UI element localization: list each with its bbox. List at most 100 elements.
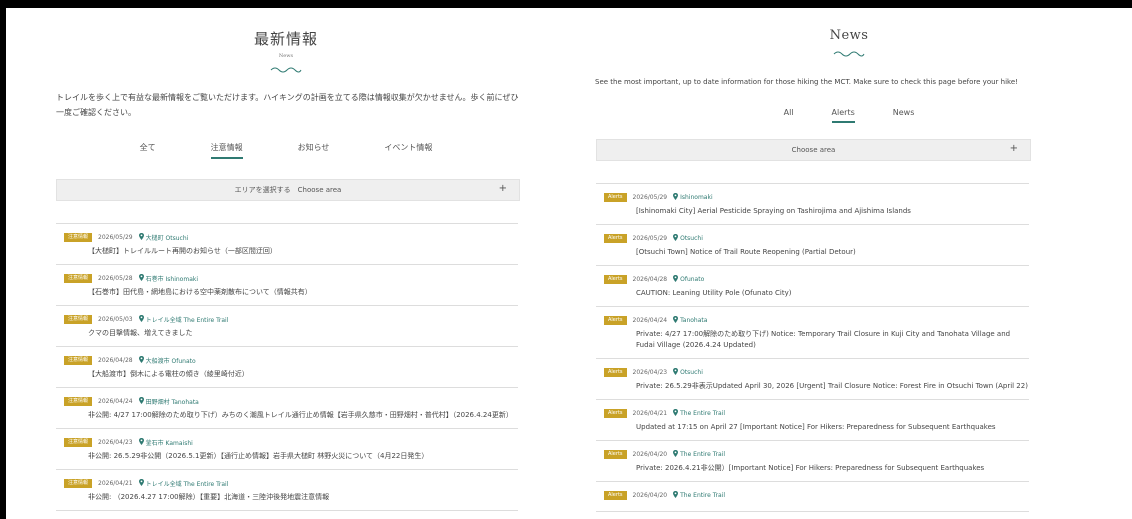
- map-pin-icon: [138, 397, 144, 406]
- item-meta: 注意情報 2026/05/29 大槌町 Otsuchi: [64, 233, 518, 242]
- item-location[interactable]: The Entire Trail: [673, 450, 725, 459]
- item-location-label: 大槌町 Otsuchi: [145, 235, 189, 242]
- status-badge: 注意情報: [64, 315, 93, 324]
- tab-2[interactable]: お知らせ: [298, 142, 330, 159]
- item-location[interactable]: 石巻市 Ishinomaki: [138, 274, 199, 283]
- item-location[interactable]: Ishinomaki: [673, 193, 713, 202]
- item-date: 2026/05/29: [632, 194, 668, 201]
- list-item[interactable]: Alerts 2026/04/20 The Entire Trail Private:…: [596, 441, 1029, 482]
- status-badge: Alerts: [604, 491, 627, 500]
- item-location[interactable]: The Entire Trail: [673, 491, 725, 500]
- list-item[interactable]: 注意情報 2026/04/28 大船渡市 Ofunato 【大船渡市】倒木による電柱の…: [56, 347, 518, 388]
- item-location-label: 大船渡市 Ofunato: [145, 358, 196, 365]
- item-location[interactable]: Ofunato: [673, 275, 704, 284]
- item-headline[interactable]: 非公開: 4/27 17:00解除のため取り下げ）みちのく潮風トレイル通行止め情…: [64, 410, 518, 421]
- intro-text: トレイルを歩く上で有益な最新情報をご覧いただけます。ハイキングの計画を立てる際は…: [56, 93, 519, 117]
- wave-ornament-icon: [833, 51, 865, 57]
- map-pin-icon: [138, 315, 144, 324]
- map-pin-icon: [138, 274, 144, 283]
- item-date: 2026/04/20: [632, 451, 668, 458]
- list-item[interactable]: 注意情報 2026/04/21 トレイル全域 The Entire Trail 非公開…: [56, 470, 518, 511]
- status-badge: 注意情報: [64, 479, 93, 488]
- status-badge: Alerts: [604, 409, 627, 418]
- list-item[interactable]: Alerts 2026/04/20 The Entire Trail: [596, 482, 1029, 512]
- list-item[interactable]: 注意情報 2026/05/28 石巻市 Ishinomaki 【石巻市】田代島・網地島…: [56, 265, 518, 306]
- status-badge: 注意情報: [64, 274, 93, 283]
- item-location-label: Otsuchi: [680, 235, 703, 242]
- item-location[interactable]: 田野畑村 Tanohata: [138, 397, 199, 406]
- item-date: 2026/04/24: [632, 317, 668, 324]
- list-item[interactable]: 注意情報 2026/04/23 釜石市 Kamaishi 非公開: 26.5.29非公…: [56, 429, 518, 470]
- item-location-label: The Entire Trail: [680, 492, 725, 499]
- item-meta: 注意情報 2026/05/03 トレイル全域 The Entire Trail: [64, 315, 518, 324]
- item-headline[interactable]: CAUTION: Leaning Utility Pole (Ofunato C…: [604, 288, 1029, 299]
- list-item[interactable]: Alerts 2026/05/29 Otsuchi [Otsuchi Town] No…: [596, 225, 1029, 266]
- status-badge: Alerts: [604, 193, 627, 202]
- item-headline[interactable]: Private: 2026.4.21非公開）[Important Notice]…: [604, 463, 1029, 474]
- item-location[interactable]: Otsuchi: [673, 368, 703, 377]
- item-location[interactable]: トレイル全域 The Entire Trail: [138, 479, 229, 488]
- tab-1[interactable]: 注意情報: [210, 142, 243, 159]
- tab-0[interactable]: 全て: [140, 142, 156, 159]
- item-location[interactable]: 大船渡市 Ofunato: [138, 356, 196, 365]
- item-meta: 注意情報 2026/04/21 トレイル全域 The Entire Trail: [64, 479, 518, 488]
- item-meta: 注意情報 2026/04/24 田野畑村 Tanohata: [64, 397, 518, 406]
- item-location-label: トレイル全域 The Entire Trail: [145, 317, 229, 324]
- item-meta: Alerts 2026/04/24 Tanohata: [604, 316, 1029, 325]
- item-date: 2026/05/29: [632, 235, 668, 242]
- item-headline[interactable]: クマの目撃情報、増えてきました: [64, 328, 518, 339]
- item-date: 2026/04/23: [632, 369, 668, 376]
- item-location-label: トレイル全域 The Entire Trail: [145, 481, 229, 488]
- tab-2[interactable]: News: [893, 108, 915, 123]
- item-date: 2026/04/28: [98, 357, 133, 364]
- item-headline[interactable]: Private: 26.5.29非表示Updated April 30, 202…: [604, 381, 1029, 392]
- item-meta: Alerts 2026/04/23 Otsuchi: [604, 368, 1029, 377]
- item-location-label: 田野畑村 Tanohata: [145, 399, 199, 406]
- item-date: 2026/04/24: [98, 398, 133, 405]
- item-headline[interactable]: 非公開: （2026.4.27 17:00解除）【重要】北海道・三陸沖後発地震注…: [64, 492, 518, 503]
- item-headline[interactable]: 【大槌町】トレイルルート再開のお知らせ（一部区間迂回）: [64, 246, 518, 257]
- item-headline[interactable]: [Otsuchi Town] Notice of Trail Route Reo…: [604, 247, 1029, 258]
- item-headline[interactable]: Updated at 17:15 on April 27 [Important …: [604, 422, 1029, 433]
- item-location[interactable]: Otsuchi: [673, 234, 703, 243]
- list-item[interactable]: Alerts 2026/04/28 Ofunato CAUTION: Leaning …: [596, 266, 1029, 307]
- item-headline[interactable]: [Ishinomaki City] Aerial Pesticide Spray…: [604, 206, 1029, 217]
- page-title: News: [829, 28, 869, 43]
- item-location[interactable]: トレイル全域 The Entire Trail: [138, 315, 229, 324]
- list-item[interactable]: 注意情報 2026/04/24 田野畑村 Tanohata 非公開: 4/27 17:…: [56, 388, 518, 429]
- list-item[interactable]: Alerts 2026/05/29 Ishinomaki [Ishinomaki Ci…: [596, 184, 1029, 225]
- category-tabs: 全て 注意情報 お知らせ イベント情報: [6, 142, 566, 159]
- item-location[interactable]: 釜石市 Kamaishi: [138, 438, 193, 447]
- item-meta: Alerts 2026/04/20 The Entire Trail: [604, 491, 1029, 500]
- list-item[interactable]: Alerts 2026/04/24 Tanohata Private: 4/27 17…: [596, 307, 1029, 359]
- list-item[interactable]: Alerts 2026/04/21 The Entire Trail Updated …: [596, 400, 1029, 441]
- item-headline[interactable]: Private: 4/27 17:00解除のため取り下げ) Notice: Te…: [604, 329, 1029, 351]
- category-tabs: All Alerts News: [566, 108, 1132, 123]
- status-badge: Alerts: [604, 234, 627, 243]
- item-date: 2026/05/03: [98, 316, 133, 323]
- item-meta: Alerts 2026/05/29 Otsuchi: [604, 234, 1029, 243]
- news-list: 注意情報 2026/05/29 大槌町 Otsuchi 【大槌町】トレイルルート再開の…: [56, 223, 518, 511]
- tab-3[interactable]: イベント情報: [384, 142, 432, 159]
- item-headline[interactable]: 非公開: 26.5.29非公開（2026.5.1更新）【通行止め情報】岩手県大槌…: [64, 451, 518, 462]
- page-title: 最新情報: [253, 30, 318, 48]
- item-location-label: 石巻市 Ishinomaki: [145, 276, 199, 283]
- choose-area-toggle[interactable]: Choose area +: [596, 139, 1031, 161]
- list-item[interactable]: Alerts 2026/04/23 Otsuchi Private: 26.5.29非…: [596, 359, 1029, 400]
- item-headline[interactable]: 【大船渡市】倒木による電柱の傾き（綾里崎付近）: [64, 369, 518, 380]
- item-headline[interactable]: 【石巻市】田代島・網地島における空中薬剤散布について（情報共有）: [64, 287, 518, 298]
- item-location[interactable]: 大槌町 Otsuchi: [138, 233, 189, 242]
- news-panel-english: News See the most important, up to date …: [566, 8, 1132, 519]
- item-location[interactable]: Tanohata: [673, 316, 707, 325]
- tab-1[interactable]: Alerts: [831, 108, 855, 123]
- item-location-label: Ofunato: [680, 276, 705, 283]
- tab-0[interactable]: All: [784, 108, 794, 123]
- choose-area-toggle[interactable]: エリアを選択する Choose area +: [56, 179, 520, 201]
- status-badge: Alerts: [604, 450, 627, 459]
- list-item[interactable]: 注意情報 2026/05/03 トレイル全域 The Entire Trail クマの…: [56, 306, 518, 347]
- item-date: 2026/04/23: [98, 439, 133, 446]
- list-item[interactable]: 注意情報 2026/05/29 大槌町 Otsuchi 【大槌町】トレイルルート再開の…: [56, 224, 518, 265]
- status-badge: 注意情報: [64, 438, 93, 447]
- item-location[interactable]: The Entire Trail: [673, 409, 725, 418]
- item-date: 2026/04/21: [98, 480, 133, 487]
